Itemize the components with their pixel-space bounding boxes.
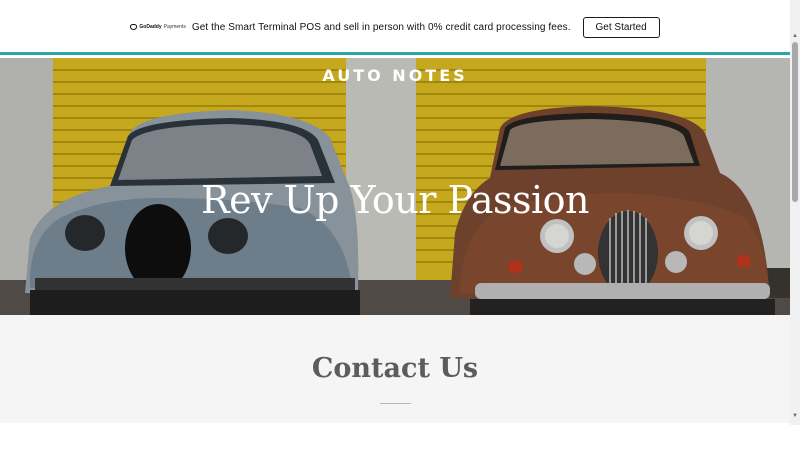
logo-suffix: Payments [163,24,186,30]
scrollbar-thumb[interactable] [792,42,798,202]
site-title[interactable]: AUTO NOTES [0,66,790,85]
heading-divider [380,403,411,404]
vertical-scrollbar[interactable]: ▲ ▼ [790,0,800,425]
get-started-button[interactable]: Get Started [582,16,660,38]
page-bottom [0,423,790,450]
promo-content: GoDaddy Payments Get the Smart Terminal … [130,16,660,38]
promo-text: Get the Smart Terminal POS and sell in p… [191,21,571,33]
arrow-up-icon[interactable]: ▲ [790,30,800,42]
logo-name: GoDaddy [139,24,162,30]
contact-section: Contact Us [0,315,790,423]
hero-section: AUTO NOTES Rev Up Your Passion [0,58,790,315]
godaddy-payments-logo: GoDaddy Payments [130,24,186,30]
promo-banner: GoDaddy Payments Get the Smart Terminal … [0,0,790,55]
godaddy-logo-icon [130,24,138,30]
arrow-down-icon[interactable]: ▼ [790,410,800,422]
contact-heading: Contact Us [311,353,479,384]
hero-heading: Rev Up Your Passion [201,178,589,222]
